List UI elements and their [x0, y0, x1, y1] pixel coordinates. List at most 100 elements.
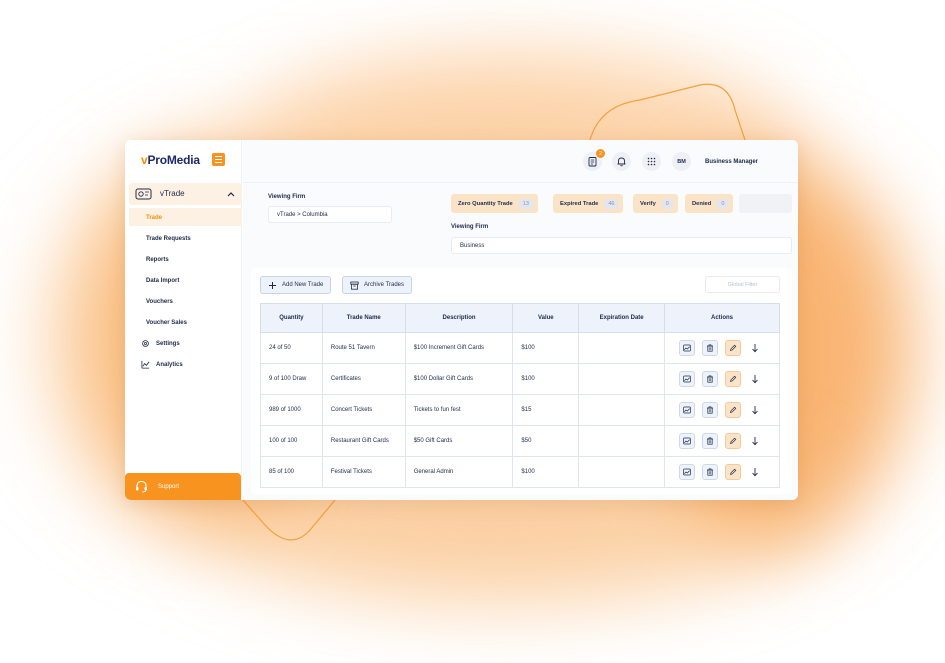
view-details-icon[interactable] — [679, 371, 696, 387]
app-window: vProMedia vTrade Trade Trade Requests Re… — [125, 140, 798, 500]
sidebar-item-vouchers[interactable]: Vouchers — [146, 299, 173, 305]
chip-zero-quantity-trade[interactable]: Zero Quantity Trade 13 — [451, 194, 538, 213]
cell-actions — [664, 332, 780, 364]
viewing-firm-2-select[interactable]: Business — [451, 237, 792, 254]
cell-quantity: 9 of 100 Draw — [260, 363, 323, 395]
app-logo[interactable]: vProMedia — [141, 153, 200, 167]
view-details-icon[interactable] — [679, 402, 696, 418]
global-filter-input[interactable]: Global Filter — [705, 276, 780, 293]
headset-icon — [136, 480, 147, 493]
view-details-icon[interactable] — [679, 464, 696, 480]
chip-count: 46 — [604, 198, 619, 209]
cell-value: $100 — [512, 363, 580, 395]
main-content: 2 BM Business Manager Viewing Firm vTrad… — [243, 140, 798, 500]
cell-value: $100 — [512, 456, 580, 488]
trash-icon[interactable] — [702, 464, 719, 480]
column-header-description[interactable]: Description — [404, 303, 514, 333]
chip-count: 0 — [717, 198, 729, 209]
archive-icon — [350, 281, 359, 290]
column-header-expiration-date[interactable]: Expiration Date — [578, 303, 666, 333]
cell-actions — [664, 363, 780, 395]
gear-icon — [142, 340, 149, 347]
arrow-down-icon[interactable] — [750, 343, 760, 353]
arrow-down-icon[interactable] — [750, 467, 760, 477]
archive-trades-button[interactable]: Archive Trades — [342, 276, 413, 294]
sidebar-item-data-import[interactable]: Data Import — [146, 278, 179, 284]
cell-value: $50 — [512, 425, 580, 457]
plus-icon — [269, 281, 276, 289]
trash-icon[interactable] — [702, 340, 719, 356]
chip-denied[interactable]: Denied 0 — [685, 194, 734, 213]
trash-icon[interactable] — [702, 371, 719, 387]
cell-trade-name: Route 51 Tavern — [321, 332, 406, 364]
bell-icon[interactable] — [612, 152, 631, 171]
sidebar-item-vtrade[interactable]: vTrade — [129, 183, 242, 205]
pencil-icon[interactable] — [725, 464, 742, 480]
column-header-quantity[interactable]: Quantity — [260, 303, 323, 333]
cell-trade-name: Concert Tickets — [321, 394, 406, 426]
view-details-icon[interactable] — [679, 433, 696, 449]
support-button[interactable]: Support — [125, 473, 241, 500]
sidebar-item-analytics[interactable]: Analytics — [141, 360, 183, 369]
viewing-firm-select[interactable]: vTrade > Columbia — [268, 206, 392, 223]
sidebar-item-trade-requests[interactable]: Trade Requests — [146, 236, 191, 242]
cell-expiration-date — [578, 394, 666, 426]
sidebar-item-label: Analytics — [156, 361, 183, 368]
chip-count: 13 — [518, 198, 533, 209]
arrow-down-icon[interactable] — [750, 436, 760, 446]
chip-expired-trade[interactable]: Expired Trade 46 — [553, 194, 624, 213]
chip-verify[interactable]: Verify 0 — [633, 194, 678, 213]
sidebar-item-settings[interactable]: Settings — [141, 339, 180, 348]
cell-actions — [664, 425, 780, 457]
column-header-trade-name[interactable]: Trade Name — [321, 303, 406, 333]
cell-expiration-date — [578, 456, 666, 488]
cell-description: General Admin — [404, 456, 514, 488]
table-row[interactable]: 100 of 100 Restaurant Gift Cards $50 Gif… — [260, 425, 780, 457]
view-details-icon[interactable] — [679, 340, 696, 356]
cell-description: $50 Gift Cards — [404, 425, 514, 457]
cell-trade-name: Festival Tickets — [321, 456, 406, 488]
hamburger-menu-icon[interactable] — [212, 153, 225, 166]
top-bar: 2 BM Business Manager — [243, 140, 798, 183]
apps-grid-icon[interactable] — [642, 152, 661, 171]
pencil-icon[interactable] — [725, 402, 742, 418]
sidebar-item-label: Settings — [156, 340, 180, 347]
trades-panel: Add New Trade Archive Trades Global Filt… — [251, 268, 792, 494]
pencil-icon[interactable] — [725, 340, 742, 356]
table-row[interactable]: 24 of 50 Route 51 Tavern $100 Increment … — [260, 332, 780, 364]
sidebar-item-reports[interactable]: Reports — [146, 257, 169, 263]
cell-description: $100 Increment Gift Cards — [404, 332, 514, 364]
cell-quantity: 989 of 1000 — [260, 394, 323, 426]
cell-expiration-date — [578, 425, 666, 457]
arrow-down-icon[interactable] — [750, 374, 760, 384]
cell-actions — [664, 394, 780, 426]
cell-quantity: 85 of 100 — [260, 456, 323, 488]
cell-actions — [664, 456, 780, 488]
viewing-firm-label: Viewing Firm — [268, 194, 306, 200]
trash-icon[interactable] — [702, 402, 719, 418]
cell-value: $100 — [512, 332, 580, 364]
chevron-up-icon[interactable] — [226, 189, 236, 199]
sidebar-item-voucher-sales[interactable]: Voucher Sales — [146, 320, 187, 326]
arrow-down-icon[interactable] — [750, 405, 760, 415]
pencil-icon[interactable] — [725, 433, 742, 449]
add-new-trade-button[interactable]: Add New Trade — [260, 276, 332, 294]
pencil-icon[interactable] — [725, 371, 742, 387]
ticket-icon — [135, 188, 152, 200]
sidebar: vProMedia vTrade Trade Trade Requests Re… — [125, 140, 242, 500]
table-row[interactable]: 9 of 100 Draw Certificates $100 Dollar G… — [260, 363, 780, 395]
viewing-firm-2-label: Viewing Firm — [451, 224, 489, 230]
avatar[interactable]: BM — [672, 152, 691, 171]
sidebar-item-trade[interactable]: Trade — [146, 215, 162, 221]
column-header-value[interactable]: Value — [512, 303, 580, 333]
cell-trade-name: Restaurant Gift Cards — [321, 425, 406, 457]
trash-icon[interactable] — [702, 433, 719, 449]
trades-table: Quantity Trade Name Description Value Ex… — [260, 303, 780, 488]
analytics-icon — [141, 360, 150, 369]
column-header-actions: Actions — [664, 303, 780, 333]
table-row[interactable]: 85 of 100 Festival Tickets General Admin… — [260, 456, 780, 488]
cell-expiration-date — [578, 363, 666, 395]
table-row[interactable]: 989 of 1000 Concert Tickets Tickets to f… — [260, 394, 780, 426]
user-name[interactable]: Business Manager — [705, 159, 758, 165]
clipboard-icon[interactable]: 2 — [583, 149, 605, 171]
